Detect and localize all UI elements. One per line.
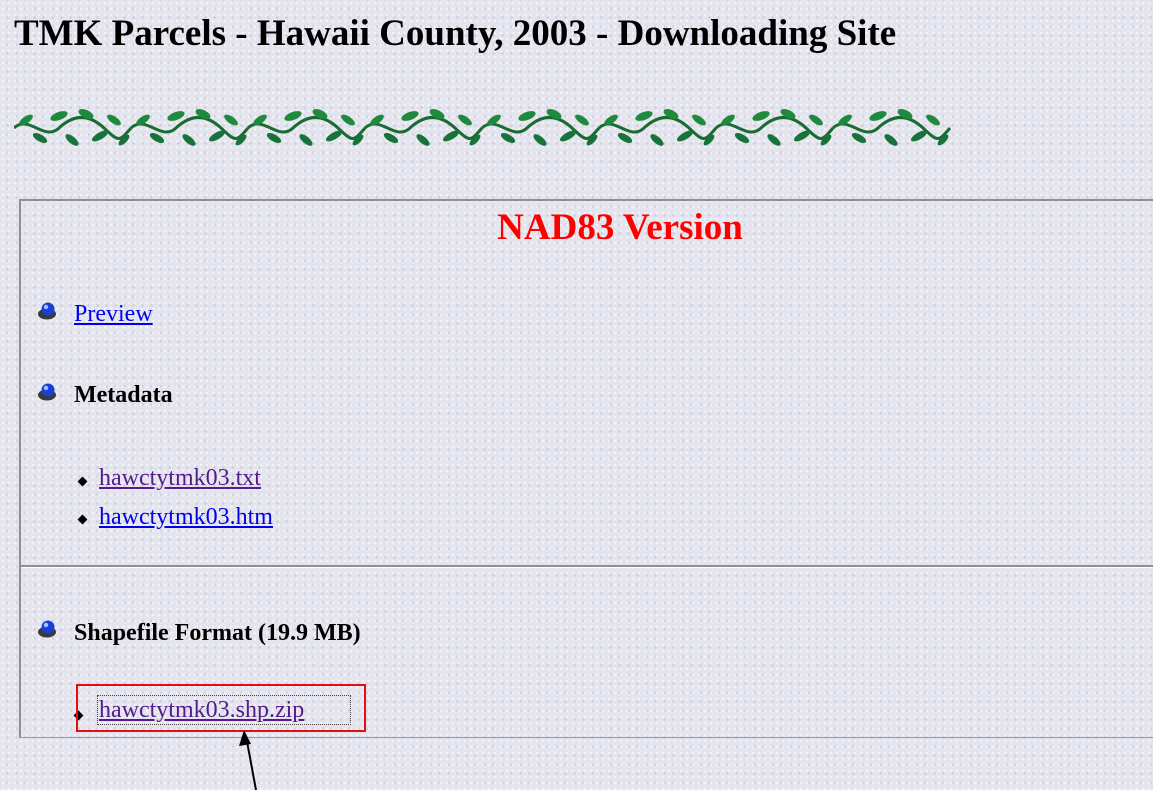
metadata-heading: Metadata (74, 382, 173, 408)
page-title: TMK Parcels - Hawaii County, 2003 - Down… (14, 13, 897, 54)
highlight-annotation-box (76, 684, 366, 732)
blue-ball-bullet-icon (38, 620, 56, 638)
blue-ball-bullet-icon (38, 302, 56, 320)
metadata-txt-link[interactable]: hawctytmk03.txt (99, 465, 261, 492)
section-title: NAD83 Version (497, 207, 743, 248)
section-divider (21, 565, 1153, 568)
blue-ball-bullet-icon (38, 383, 56, 401)
arrow-pointer-icon (239, 730, 257, 790)
metadata-htm-link[interactable]: hawctytmk03.htm (99, 504, 273, 531)
shapefile-heading: Shapefile Format (19.9 MB) (74, 620, 361, 646)
vine-divider-icon (14, 105, 952, 150)
preview-link[interactable]: Preview (74, 301, 153, 328)
